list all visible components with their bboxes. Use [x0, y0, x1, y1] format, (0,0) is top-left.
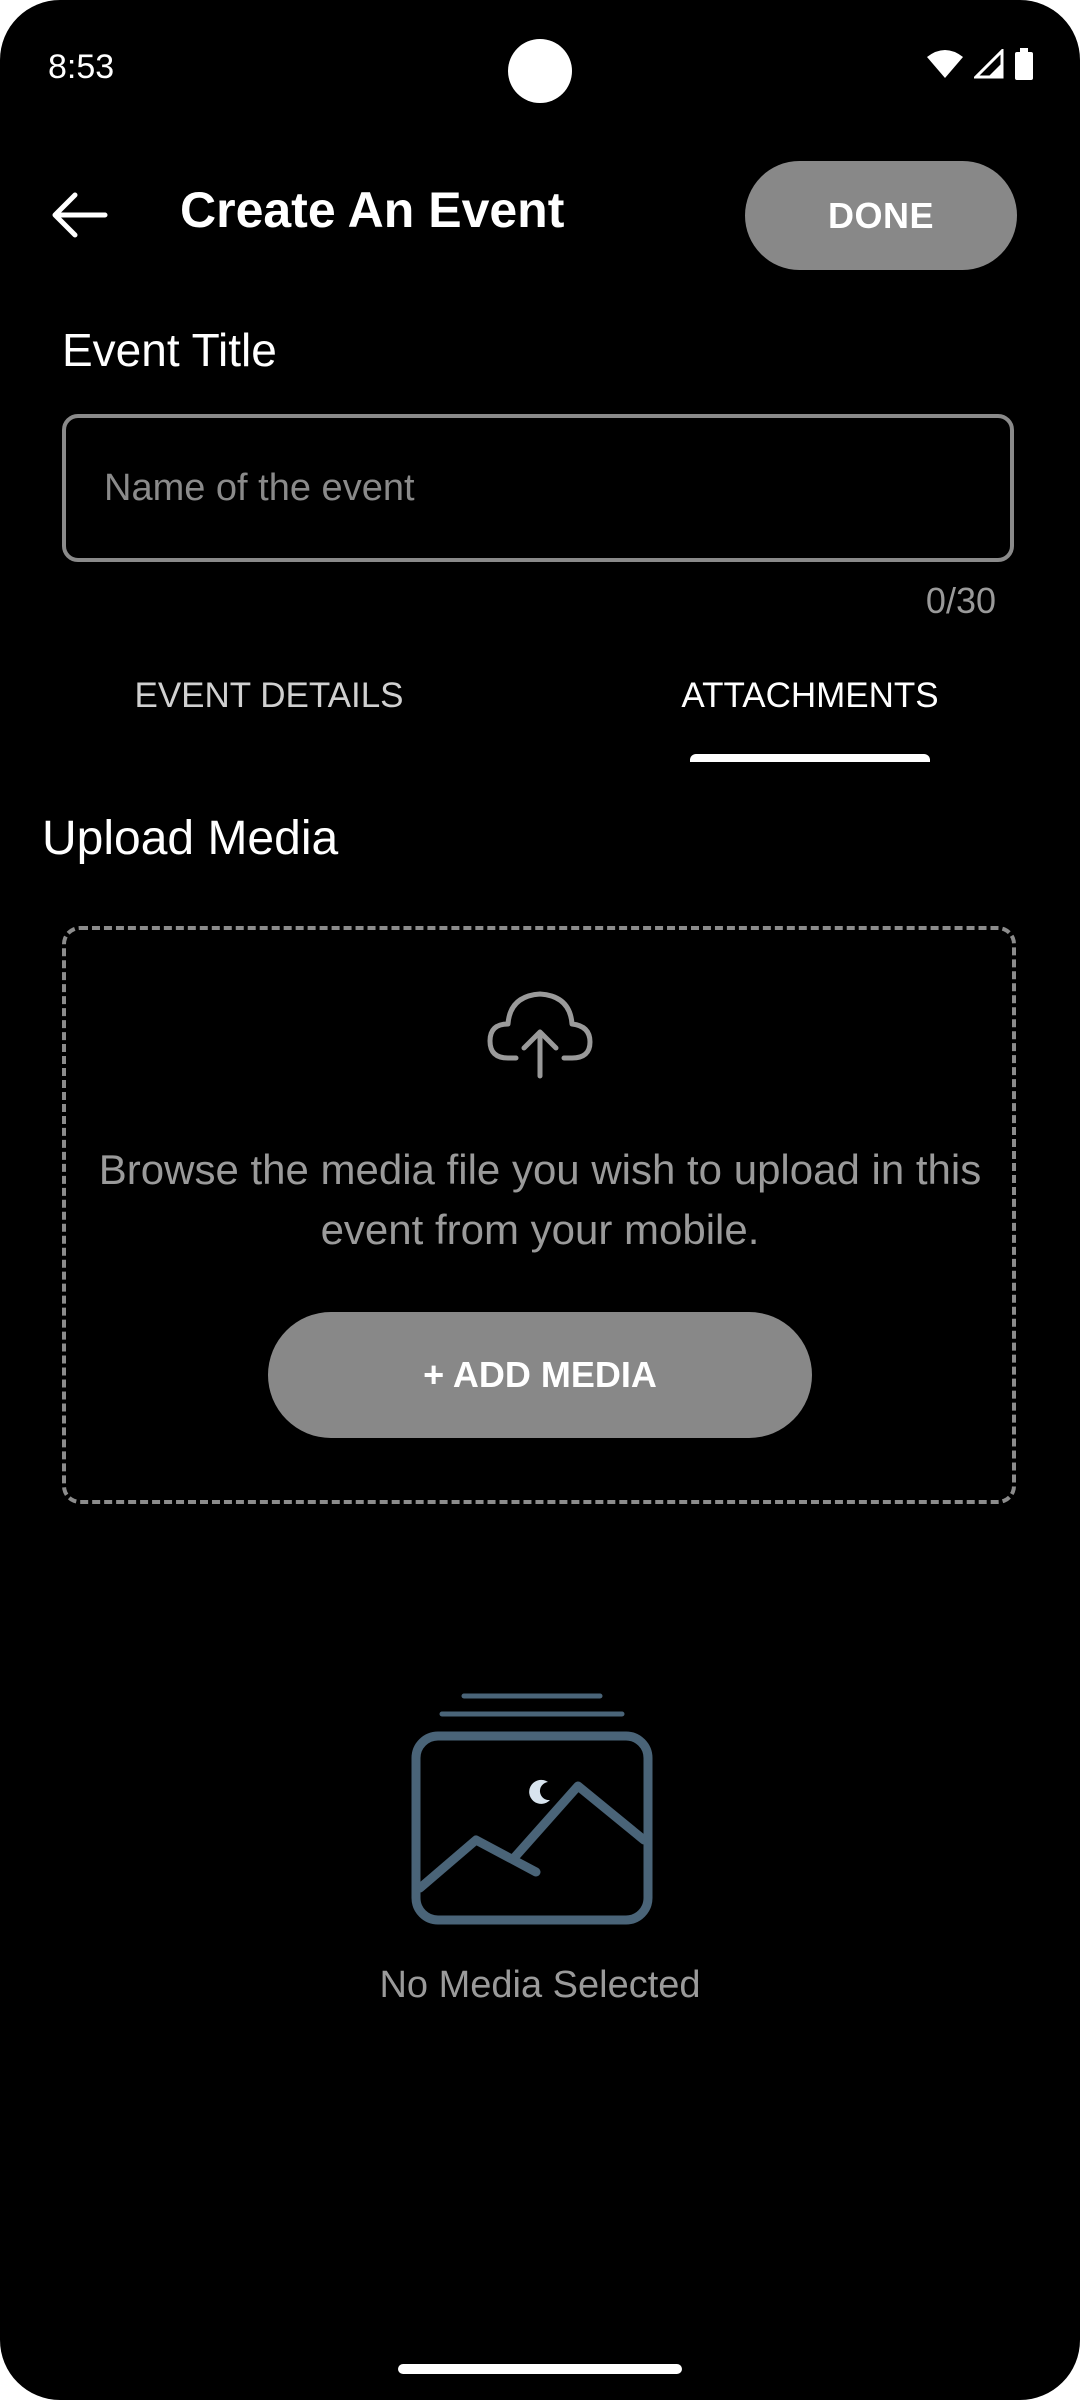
no-media-label: No Media Selected: [379, 1964, 701, 2006]
camera-cutout: [508, 39, 572, 103]
status-icons: [926, 48, 1034, 80]
upload-media-heading: Upload Media: [42, 812, 339, 865]
signal-icon: [974, 49, 1004, 79]
back-button[interactable]: [44, 180, 114, 250]
event-title-field: [62, 414, 1014, 562]
app-screen: 8:53 Create An Event DONE Event Title 0/…: [0, 0, 1080, 2400]
event-title-label: Event Title: [62, 324, 277, 376]
character-counter: 0/30: [925, 580, 996, 621]
cloud-upload-icon: [487, 991, 593, 1079]
done-button[interactable]: DONE: [745, 161, 1017, 270]
tab-event-details[interactable]: EVENT DETAILS: [96, 672, 442, 720]
event-title-input[interactable]: [66, 418, 1010, 558]
page-title: Create An Event: [180, 182, 565, 238]
image-placeholder-icon: [411, 1693, 653, 1925]
selected-tab-indicator: [690, 754, 930, 762]
arrow-left-icon: [52, 192, 108, 238]
add-media-button[interactable]: + ADD MEDIA: [268, 1312, 812, 1438]
upload-description: Browse the media file you wish to upload…: [98, 1146, 982, 1253]
battery-icon: [1015, 48, 1033, 80]
status-time: 8:53: [48, 48, 115, 86]
wifi-icon: [927, 50, 963, 78]
home-indicator[interactable]: [398, 2364, 682, 2374]
tab-attachments[interactable]: ATTACHMENTS: [660, 672, 960, 720]
